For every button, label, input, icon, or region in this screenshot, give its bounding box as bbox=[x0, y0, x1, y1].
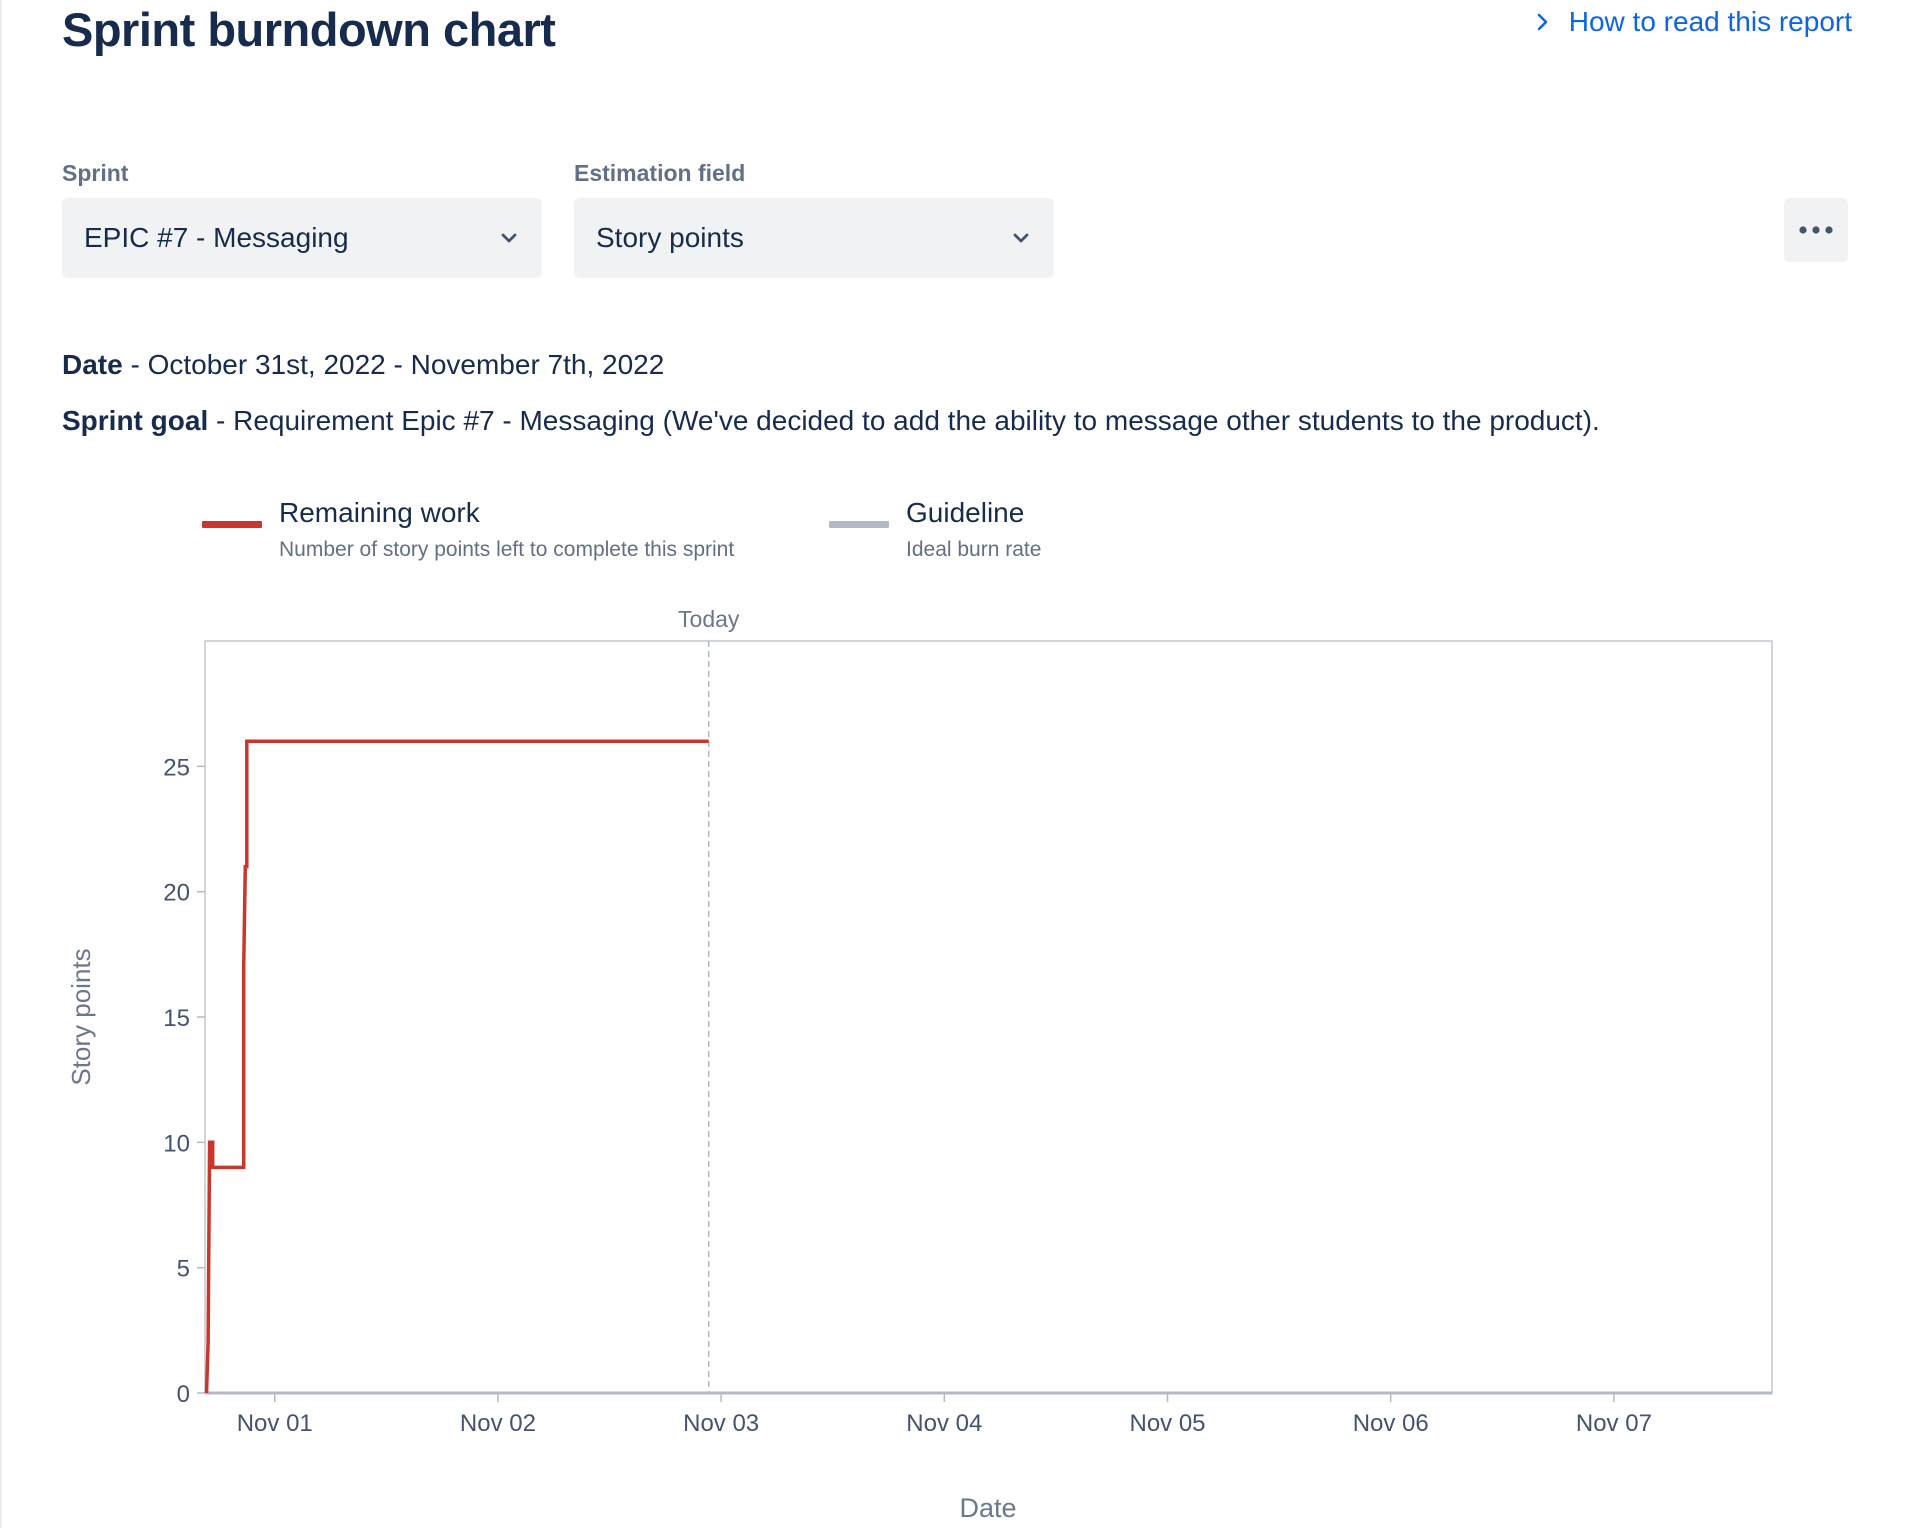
x-axis-label: Date bbox=[959, 1493, 1016, 1523]
burndown-chart: 0 5 10 15 20 25 Nov 01 Nov 02 Nov 03 Nov 04 Nov 05… bbox=[66, 606, 1773, 1523]
series-remaining-work-line bbox=[204, 739, 709, 1394]
legend-subtitle: Number of story points left to complete … bbox=[279, 538, 735, 561]
date-value: - October 31st, 2022 - November 7th, 202… bbox=[122, 349, 665, 380]
y-tick-label: 10 bbox=[163, 1130, 190, 1157]
sprint-label: Sprint bbox=[62, 160, 129, 186]
estimation-field-select[interactable]: Story points bbox=[574, 198, 1054, 278]
y-tick-label: 25 bbox=[163, 754, 190, 781]
y-tick-label: 0 bbox=[177, 1381, 190, 1408]
legend-swatch-guideline bbox=[829, 521, 889, 528]
today-label: Today bbox=[678, 606, 740, 632]
x-tick-label: Nov 02 bbox=[460, 1410, 536, 1437]
y-tick-label: 20 bbox=[163, 880, 190, 907]
chevron-right-icon bbox=[1537, 13, 1548, 31]
more-actions-button[interactable] bbox=[1784, 198, 1848, 262]
legend-swatch-remaining bbox=[202, 521, 262, 528]
x-tick-label: Nov 01 bbox=[237, 1410, 313, 1437]
y-tick-label: 15 bbox=[163, 1005, 190, 1032]
legend-guideline: Guideline Ideal burn rate bbox=[829, 496, 1041, 562]
legend-title: Remaining work bbox=[279, 497, 480, 528]
sprint-select[interactable]: EPIC #7 - Messaging bbox=[62, 198, 542, 278]
sprint-date: Date - October 31st, 2022 - November 7th… bbox=[62, 349, 664, 381]
date-label: Date bbox=[62, 349, 123, 380]
legend-title: Guideline bbox=[906, 497, 1025, 528]
x-tick-label: Nov 06 bbox=[1353, 1410, 1429, 1437]
legend-remaining-work: Remaining work Number of story points le… bbox=[202, 496, 734, 562]
x-tick-label: Nov 04 bbox=[906, 1410, 982, 1437]
chevron-down-icon bbox=[1013, 233, 1029, 243]
x-tick-label: Nov 07 bbox=[1576, 1410, 1652, 1437]
sprint-select-value: EPIC #7 - Messaging bbox=[84, 222, 349, 253]
legend-subtitle: Ideal burn rate bbox=[906, 538, 1042, 561]
sprint-goal: Sprint goal - Requirement Epic #7 - Mess… bbox=[62, 405, 1600, 437]
y-axis-label: Story points bbox=[66, 948, 96, 1085]
sprint-goal-value: - Requirement Epic #7 - Messaging (We've… bbox=[208, 405, 1600, 436]
plot-area bbox=[204, 640, 1773, 1394]
x-tick-label: Nov 05 bbox=[1129, 1410, 1205, 1437]
y-tick-label: 5 bbox=[177, 1256, 190, 1283]
chevron-down-icon bbox=[501, 233, 517, 243]
estimation-field-value: Story points bbox=[596, 222, 744, 253]
x-tick-label: Nov 03 bbox=[683, 1410, 759, 1437]
how-to-read-label: How to read this report bbox=[1568, 6, 1852, 37]
page-title: Sprint burndown chart bbox=[62, 3, 556, 56]
how-to-read-link[interactable]: How to read this report bbox=[1535, 6, 1852, 38]
estimation-field-label: Estimation field bbox=[574, 160, 746, 186]
more-horizontal-icon bbox=[1799, 226, 1833, 234]
sprint-goal-label: Sprint goal bbox=[62, 405, 209, 436]
